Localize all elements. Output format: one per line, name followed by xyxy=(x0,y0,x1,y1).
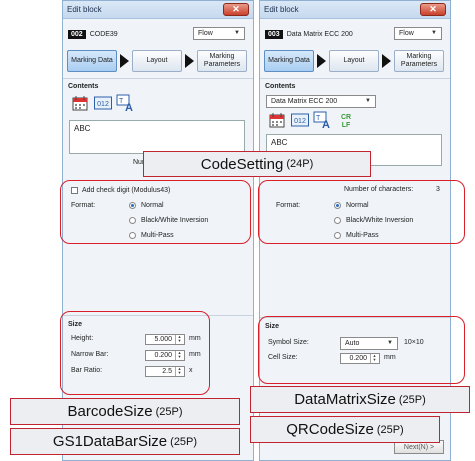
arrow-right-icon xyxy=(317,54,326,68)
svg-text:T: T xyxy=(119,98,124,105)
contents-text: ABC xyxy=(271,138,288,147)
window-title: Edit block xyxy=(264,5,299,14)
font-icon[interactable]: TA xyxy=(115,93,135,113)
callout-barcode-size: BarcodeSize (25P) xyxy=(10,398,240,425)
callout-main: BarcodeSize xyxy=(67,403,153,420)
code-type-value: Data Matrix ECC 200 xyxy=(271,98,338,105)
close-button[interactable]: ✕ xyxy=(420,3,446,16)
mode-select-value: Flow xyxy=(399,30,414,37)
contents-text: ABC xyxy=(74,124,91,133)
title-bar: Edit block ✕ xyxy=(260,1,450,19)
contents-text-area[interactable]: ABC xyxy=(69,120,245,154)
svg-text:012: 012 xyxy=(294,118,306,125)
block-name: CODE39 xyxy=(89,30,118,38)
chevron-down-icon: ▼ xyxy=(431,30,437,36)
mode-select[interactable]: Flow ▼ xyxy=(193,27,245,40)
callout-main: QRCodeSize xyxy=(286,421,374,438)
svg-text:CR: CR xyxy=(341,114,351,121)
svg-text:LF: LF xyxy=(342,122,351,129)
callout-main: GS1DataBarSize xyxy=(52,433,168,450)
size-highlight-right xyxy=(258,316,465,384)
svg-text:A: A xyxy=(322,119,330,129)
contents-label: Contents xyxy=(68,83,99,90)
callout-gs1-size: GS1DataBarSize (25P) xyxy=(10,428,240,455)
calendar-icon[interactable] xyxy=(267,110,287,130)
tab-label: Marking Data xyxy=(71,57,113,64)
arrow-right-icon xyxy=(120,54,129,68)
tab-marking-parameters[interactable]: Marking Parameters xyxy=(394,50,444,72)
chevron-down-icon: ▼ xyxy=(365,98,371,104)
tab-marking-parameters[interactable]: Marking Parameters xyxy=(197,50,247,72)
font-icon[interactable]: TA xyxy=(312,110,332,130)
tab-label: Layout xyxy=(343,57,365,64)
callout-main: CodeSetting xyxy=(200,155,284,173)
format-highlight-right xyxy=(258,180,465,244)
title-bar: Edit block ✕ xyxy=(63,1,253,19)
close-icon: ✕ xyxy=(232,4,240,14)
arrow-right-icon xyxy=(382,54,391,68)
chevron-down-icon: ▼ xyxy=(234,30,240,36)
crlf-icon[interactable]: CR LF xyxy=(336,110,356,130)
tab-layout[interactable]: Layout xyxy=(329,50,379,72)
counter-icon[interactable]: 012 xyxy=(290,110,310,130)
close-icon: ✕ xyxy=(429,4,437,14)
tab-layout[interactable]: Layout xyxy=(132,50,182,72)
block-name: Data Matrix ECC 200 xyxy=(286,30,353,38)
callout-main: DataMatrixSize xyxy=(294,391,396,408)
mode-select[interactable]: Flow ▼ xyxy=(394,27,442,40)
callout-code-setting: CodeSetting (24P) xyxy=(143,151,371,177)
callout-pages: (25P) xyxy=(376,423,404,436)
svg-text:T: T xyxy=(316,115,321,122)
tab-marking-data[interactable]: Marking Data xyxy=(67,50,117,72)
svg-text:012: 012 xyxy=(97,101,109,108)
code-type-select[interactable]: Data Matrix ECC 200 ▼ xyxy=(266,95,376,108)
callout-qrcode-size: QRCodeSize (25P) xyxy=(250,416,440,443)
callout-pages: (24P) xyxy=(286,158,314,170)
arrow-right-icon xyxy=(185,54,194,68)
tab-marking-data[interactable]: Marking Data xyxy=(264,50,314,72)
next-button-label: Next(N) > xyxy=(403,443,435,451)
svg-text:A: A xyxy=(125,102,133,112)
size-highlight-left xyxy=(60,311,210,395)
tab-label: Marking Data xyxy=(268,57,310,64)
callout-pages: (25P) xyxy=(155,405,183,418)
block-number: 002 xyxy=(68,29,86,39)
callout-pages: (25P) xyxy=(398,393,426,406)
block-number: 003 xyxy=(265,29,283,39)
close-button[interactable]: ✕ xyxy=(223,3,249,16)
tab-label: Marking Parameters xyxy=(203,53,241,68)
tab-label: Marking Parameters xyxy=(400,53,438,68)
callout-pages: (25P) xyxy=(170,435,198,448)
tab-label: Layout xyxy=(146,57,168,64)
format-highlight-left xyxy=(60,180,251,244)
calendar-icon[interactable] xyxy=(70,93,90,113)
callout-datamatrix-size: DataMatrixSize (25P) xyxy=(250,386,470,413)
contents-label: Contents xyxy=(265,83,296,90)
mode-select-value: Flow xyxy=(198,30,213,37)
counter-icon[interactable]: 012 xyxy=(93,93,113,113)
window-title: Edit block xyxy=(67,5,102,14)
